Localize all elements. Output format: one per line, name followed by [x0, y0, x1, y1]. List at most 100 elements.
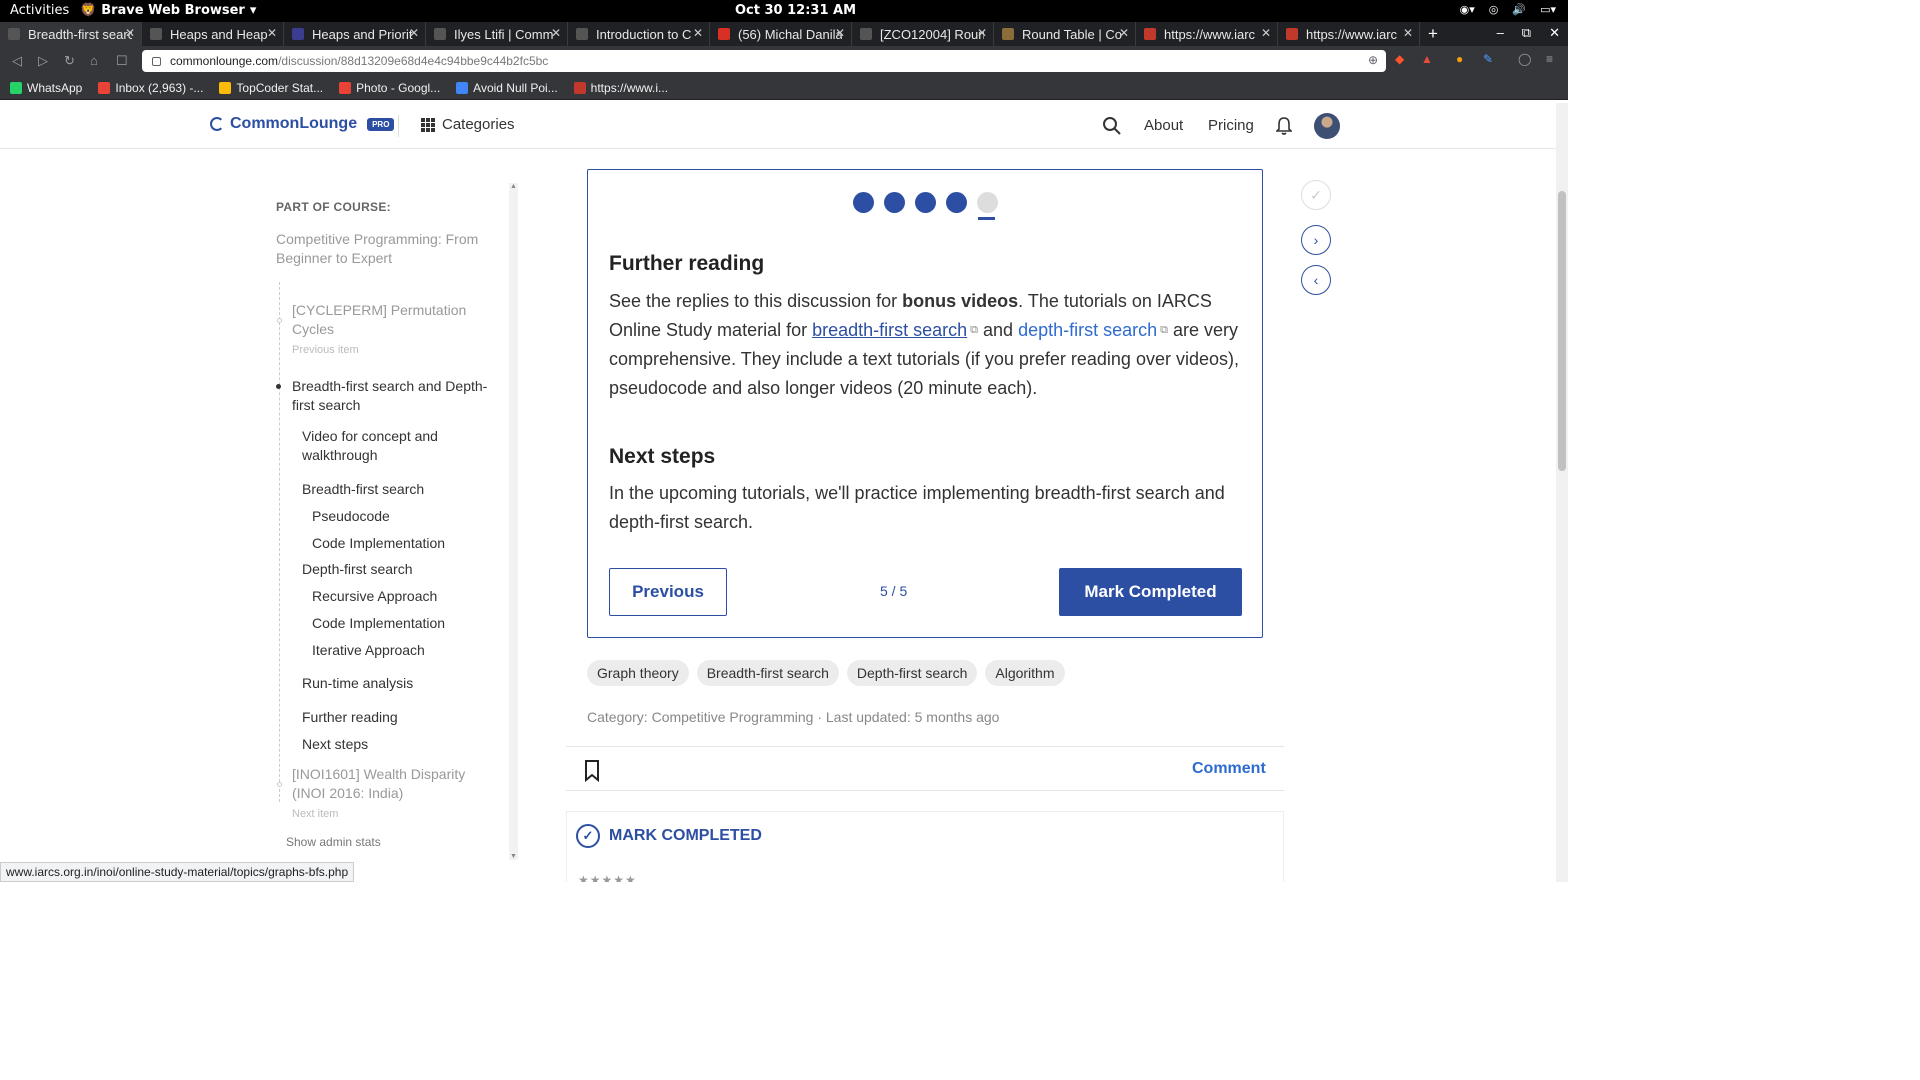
check-circle-icon[interactable]: ✓ — [576, 824, 600, 848]
tab-close-icon[interactable]: ✕ — [1403, 26, 1413, 40]
page-scrollbar[interactable] — [1556, 103, 1568, 882]
bfs-external-link[interactable]: breadth-first search — [812, 320, 967, 340]
tag-chip[interactable]: Algorithm — [985, 660, 1065, 686]
extension-icon[interactable]: ● — [1456, 52, 1463, 66]
mark-completed-label[interactable]: MARK COMPLETED — [609, 827, 762, 845]
bookmark-item[interactable]: Avoid Null Poi... — [456, 81, 558, 95]
scroll-up-icon[interactable]: ▲ — [510, 183, 517, 190]
activities-button[interactable]: Activities — [10, 3, 69, 18]
pen-extension-icon[interactable]: ✎ — [1483, 52, 1493, 66]
outline-dfs[interactable]: Depth-first search — [302, 560, 412, 579]
outline-runtime[interactable]: Run-time analysis — [302, 674, 413, 693]
show-admin-stats-link[interactable]: Show admin stats — [286, 835, 381, 849]
tag-chip[interactable]: Graph theory — [587, 660, 689, 686]
outline-bfs-code[interactable]: Code Implementation — [312, 534, 445, 553]
course-title-link[interactable]: Competitive Programming: From Beginner t… — [276, 230, 496, 268]
browser-tab[interactable]: Round Table | Co ✕ — [994, 22, 1136, 46]
browser-tab[interactable]: Heaps and Priorit ✕ — [284, 22, 426, 46]
scrollbar-thumb[interactable] — [1558, 191, 1566, 471]
clock[interactable]: Oct 30 12:31 AM — [735, 3, 856, 18]
outline-bfs-pseudocode[interactable]: Pseudocode — [312, 507, 390, 526]
bookmark-item[interactable]: TopCoder Stat... — [219, 81, 323, 95]
current-item-title[interactable]: Breadth-first search and Depth-first sea… — [276, 377, 492, 415]
dfs-external-link[interactable]: depth-first search — [1018, 320, 1157, 340]
outline-dfs-iterative[interactable]: Iterative Approach — [312, 641, 425, 660]
step-dot[interactable] — [915, 192, 936, 213]
step-dot[interactable] — [946, 192, 967, 213]
next-item-link[interactable]: [INOI1601] Wealth Disparity (INOI 2016: … — [292, 765, 492, 824]
outline-further-reading[interactable]: Further reading — [302, 708, 398, 727]
search-icon[interactable] — [1102, 116, 1122, 141]
step-dot[interactable] — [884, 192, 905, 213]
tab-close-icon[interactable]: ✕ — [835, 26, 845, 40]
system-tray[interactable]: ◉▾ ◎ 🔊 ▭▾ — [1460, 3, 1556, 16]
tab-close-icon[interactable]: ✕ — [551, 26, 561, 40]
tab-close-icon[interactable]: ✕ — [977, 26, 987, 40]
tab-close-icon[interactable]: ✕ — [693, 26, 703, 40]
next-chevron-icon[interactable]: › — [1301, 225, 1331, 255]
browser-tab[interactable]: [ZCO12004] Roun ✕ — [852, 22, 994, 46]
bookmark-page-icon[interactable]: ☐ — [116, 53, 128, 69]
home-icon[interactable]: ⌂ — [90, 53, 98, 68]
browser-tab[interactable]: Introduction to C ✕ — [568, 22, 710, 46]
text-span: See the replies to this discussion for — [609, 291, 903, 311]
back-icon[interactable]: ◁ — [12, 53, 22, 69]
step-dot-current[interactable] — [977, 192, 998, 220]
sidebar-scrollbar[interactable]: ▲ ▼ — [509, 183, 518, 860]
tab-close-icon[interactable]: ✕ — [125, 26, 135, 40]
browser-tab[interactable]: Ilyes Ltifi | Comm ✕ — [426, 22, 568, 46]
scroll-down-icon[interactable]: ▼ — [510, 853, 517, 860]
notification-bell-icon[interactable] — [1275, 117, 1293, 140]
bookmark-item[interactable]: WhatsApp — [10, 81, 82, 95]
menu-icon[interactable]: ≡ — [1546, 52, 1553, 66]
app-menu[interactable]: 🦁 Brave Web Browser ▾ — [80, 3, 256, 18]
bonus-videos-text: bonus videos — [902, 291, 1019, 311]
brave-shields-icon[interactable]: ◆ — [1395, 52, 1404, 66]
tag-chip[interactable]: Depth-first search — [846, 660, 978, 686]
outline-video-concept[interactable]: Video for concept and walkthrough — [302, 427, 482, 465]
tag-chip[interactable]: Breadth-first search — [696, 660, 839, 686]
bookmark-item[interactable]: Inbox (2,963) -... — [98, 81, 203, 95]
comment-button[interactable]: Comment — [1192, 760, 1266, 778]
outline-dfs-recursive[interactable]: Recursive Approach — [312, 587, 437, 606]
browser-tab[interactable]: https://www.iarc ✕ — [1278, 22, 1420, 46]
forward-icon[interactable]: ▷ — [38, 53, 48, 69]
outline-bfs[interactable]: Breadth-first search — [302, 480, 424, 499]
zoom-icon[interactable]: ⊕ — [1368, 53, 1378, 67]
tab-close-icon[interactable]: ✕ — [409, 26, 419, 40]
step-counter: 5 / 5 — [880, 583, 908, 599]
maximize-icon[interactable]: ⧉ — [1522, 25, 1531, 41]
categories-menu[interactable]: Categories — [421, 116, 515, 133]
outline-next-steps[interactable]: Next steps — [302, 735, 368, 754]
user-avatar[interactable] — [1314, 113, 1340, 139]
completed-check-icon[interactable]: ✓ — [1301, 180, 1331, 210]
browser-tab[interactable]: Heaps and Heap ✕ — [142, 22, 284, 46]
commonlounge-logo[interactable]: CommonLounge PRO — [210, 115, 395, 133]
reload-icon[interactable]: ↻ — [64, 53, 75, 69]
step-dot[interactable] — [853, 192, 874, 213]
minimize-icon[interactable]: – — [1497, 25, 1504, 41]
bookmark-icon[interactable] — [584, 760, 600, 787]
bookmark-item[interactable]: Photo - Googl... — [339, 81, 440, 95]
rating-stars-icon[interactable]: ★★★★★ — [578, 873, 637, 882]
browser-tab[interactable]: https://www.iarc ✕ — [1136, 22, 1278, 46]
about-link[interactable]: About — [1144, 117, 1183, 134]
category-link[interactable]: Category: Competitive Programming — [587, 709, 813, 725]
brave-rewards-icon[interactable]: ▲ — [1421, 52, 1433, 66]
previous-chevron-icon[interactable]: ‹ — [1301, 265, 1331, 295]
close-window-icon[interactable]: ✕ — [1549, 25, 1560, 41]
mark-completed-button[interactable]: Mark Completed — [1059, 568, 1242, 616]
pricing-link[interactable]: Pricing — [1208, 117, 1254, 134]
new-tab-icon[interactable]: + — [1420, 22, 1446, 46]
previous-button[interactable]: Previous — [609, 568, 727, 616]
browser-tab[interactable]: (56) Michal Danila ✕ — [710, 22, 852, 46]
bookmark-item[interactable]: https://www.i... — [573, 81, 668, 95]
address-bar[interactable]: commonlounge.com/discussion/88d13209e68d… — [142, 50, 1386, 72]
tab-close-icon[interactable]: ✕ — [267, 26, 277, 40]
tab-close-icon[interactable]: ✕ — [1261, 26, 1271, 40]
previous-item-link[interactable]: [CYCLEPERM] Permutation Cycles Previous … — [292, 301, 492, 360]
browser-tab[interactable]: Breadth-first search ✕ — [0, 22, 142, 46]
outline-dfs-code[interactable]: Code Implementation — [312, 614, 445, 633]
profile-icon[interactable]: ◯ — [1518, 52, 1531, 66]
tab-close-icon[interactable]: ✕ — [1119, 26, 1129, 40]
